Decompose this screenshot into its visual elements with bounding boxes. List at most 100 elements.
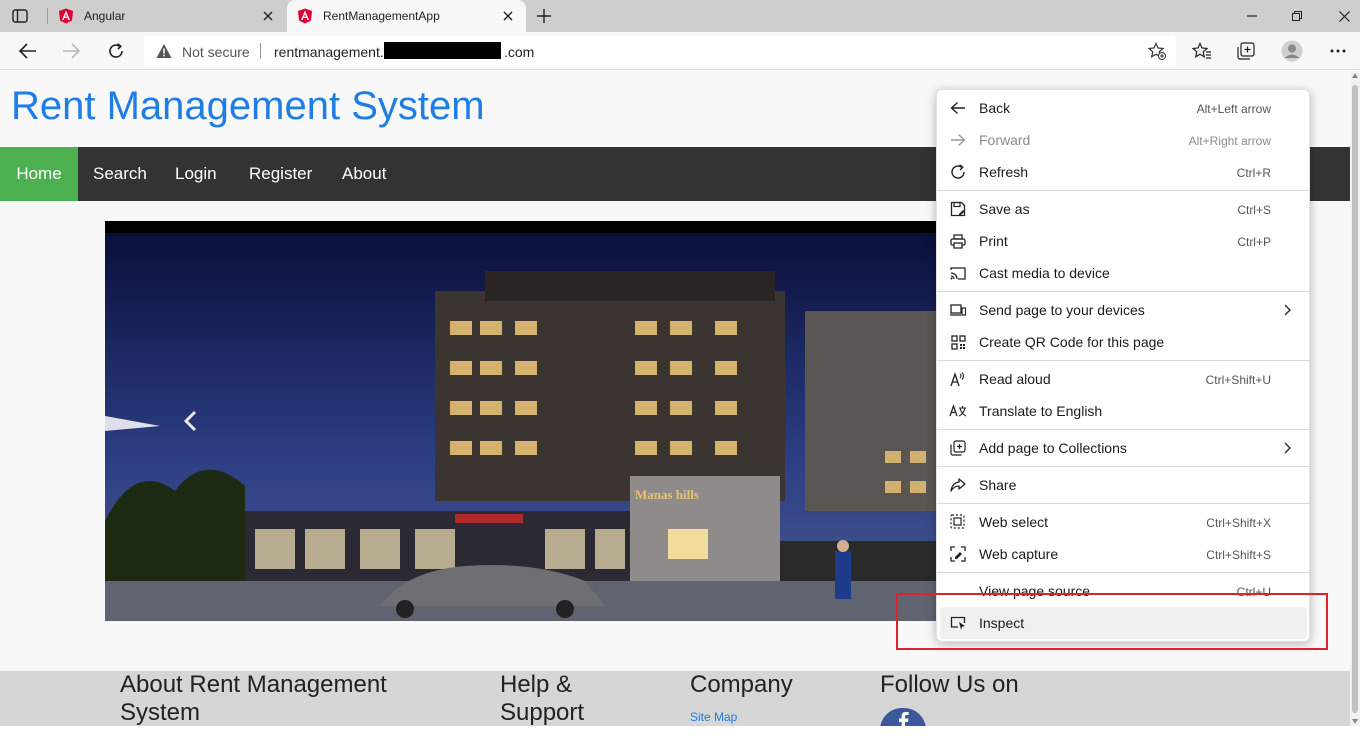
more-options-icon[interactable] <box>1327 40 1349 62</box>
menu-item-share[interactable]: Share <box>937 469 1309 501</box>
arrow-right-icon <box>949 132 967 148</box>
menu-item-label: Web select <box>979 514 1048 530</box>
print-icon <box>949 233 967 249</box>
menu-item-forward[interactable]: Forward Alt+Right arrow <box>937 124 1309 156</box>
tab-actions-icon[interactable] <box>10 7 30 25</box>
web-select-icon <box>949 514 967 530</box>
menu-item-shortcut: Ctrl+S <box>1237 203 1271 217</box>
tab-title: RentManagementApp <box>323 9 440 23</box>
footer-follow: Follow Us on <box>880 671 1019 698</box>
collections-icon <box>949 440 967 456</box>
menu-separator <box>937 291 1309 292</box>
refresh-icon <box>949 164 967 180</box>
carousel-prev-icon[interactable] <box>177 406 203 436</box>
browser-toolbar: Not secure rentmanagement. .com <box>0 32 1360 70</box>
site-title: Rent Management System <box>11 84 485 128</box>
menu-separator <box>937 572 1309 573</box>
menu-separator <box>937 190 1309 191</box>
refresh-icon[interactable] <box>105 40 127 62</box>
minimize-icon[interactable] <box>1242 6 1262 26</box>
menu-item-save-as[interactable]: Save as Ctrl+S <box>937 193 1309 225</box>
web-capture-icon <box>949 546 967 562</box>
scroll-down-icon[interactable] <box>1352 719 1358 724</box>
close-tab-icon[interactable] <box>500 8 516 24</box>
menu-item-shortcut: Ctrl+Shift+S <box>1206 548 1271 562</box>
new-tab-icon[interactable] <box>534 6 554 26</box>
menu-item-shortcut: Alt+Right arrow <box>1188 134 1271 148</box>
back-arrow-icon[interactable] <box>17 40 39 62</box>
devices-icon <box>949 302 967 318</box>
building-sign: Manas hills <box>635 487 699 502</box>
url-tld: .com <box>504 44 535 60</box>
image-carousel: Manas hills <box>105 221 945 621</box>
tab-angular[interactable]: Angular <box>48 0 286 32</box>
collections-icon[interactable] <box>1235 40 1257 62</box>
menu-item-refresh[interactable]: Refresh Ctrl+R <box>937 156 1309 188</box>
menu-item-send-page[interactable]: Send page to your devices <box>937 294 1309 326</box>
footer-help: Help & Support <box>500 671 584 726</box>
menu-item-label: Refresh <box>979 164 1029 180</box>
forward-arrow-icon[interactable] <box>60 40 82 62</box>
context-menu: Back Alt+Left arrow Forward Alt+Right ar… <box>936 89 1310 642</box>
translate-icon <box>949 403 967 419</box>
add-favorite-icon[interactable] <box>1147 42 1166 60</box>
page-scrollbar[interactable] <box>1350 71 1360 726</box>
menu-item-print[interactable]: Print Ctrl+P <box>937 225 1309 257</box>
menu-item-shortcut: Ctrl+Shift+U <box>1205 373 1271 387</box>
tab-title: Angular <box>84 9 126 23</box>
restore-icon[interactable] <box>1287 6 1307 26</box>
menu-item-add-collections[interactable]: Add page to Collections <box>937 432 1309 464</box>
cast-icon <box>949 265 967 281</box>
building-photo: Manas hills <box>105 221 945 621</box>
menu-item-read-aloud[interactable]: Read aloud Ctrl+Shift+U <box>937 363 1309 395</box>
menu-item-label: Back <box>979 100 1011 116</box>
tab-rentmanagementapp[interactable]: RentManagementApp <box>287 0 526 32</box>
menu-item-web-capture[interactable]: Web capture Ctrl+Shift+S <box>937 538 1309 570</box>
menu-item-shortcut: Alt+Left arrow <box>1196 102 1271 116</box>
menu-item-label: Save as <box>979 201 1030 217</box>
menu-item-shortcut: Ctrl+P <box>1237 235 1271 249</box>
security-status[interactable]: Not secure <box>182 44 250 60</box>
menu-item-back[interactable]: Back Alt+Left arrow <box>937 92 1309 124</box>
close-tab-icon[interactable] <box>260 8 276 24</box>
menu-separator <box>937 466 1309 467</box>
nav-login[interactable]: Login <box>159 147 233 201</box>
nav-register[interactable]: Register <box>233 147 328 201</box>
footer-company: Company <box>690 671 793 698</box>
warning-icon[interactable] <box>156 43 172 59</box>
menu-item-label: Translate to English <box>979 403 1103 419</box>
qr-code-icon <box>949 334 967 350</box>
angular-icon <box>58 8 74 24</box>
share-icon <box>949 477 967 493</box>
close-window-icon[interactable] <box>1334 6 1354 26</box>
highlight-annotation-box <box>896 593 1328 650</box>
scroll-up-icon[interactable] <box>1352 73 1358 78</box>
scrollbar-thumb[interactable] <box>1352 85 1358 713</box>
address-bar[interactable]: Not secure rentmanagement. .com <box>144 36 1176 66</box>
save-icon <box>949 201 967 217</box>
menu-item-label: Forward <box>979 132 1031 148</box>
footer-about-line2: System <box>120 699 201 726</box>
menu-item-qr-code[interactable]: Create QR Code for this page <box>937 326 1309 358</box>
nav-home[interactable]: Home <box>0 147 78 201</box>
menu-separator <box>937 503 1309 504</box>
site-map-link[interactable]: Site Map <box>690 710 737 724</box>
menu-item-label: Send page to your devices <box>979 302 1145 318</box>
nav-about[interactable]: About <box>326 147 402 201</box>
angular-icon <box>297 8 313 24</box>
footer-help-line1: Help & <box>500 671 573 698</box>
menu-item-cast[interactable]: Cast media to device <box>937 257 1309 289</box>
menu-item-shortcut: Ctrl+Shift+X <box>1206 516 1271 530</box>
profile-avatar[interactable] <box>1281 40 1303 62</box>
menu-item-label: Create QR Code for this page <box>979 334 1165 350</box>
menu-item-label: Add page to Collections <box>979 440 1127 456</box>
menu-item-label: Read aloud <box>979 371 1051 387</box>
tab-strip: Angular RentManagementApp <box>0 0 1360 32</box>
nav-search[interactable]: Search <box>77 147 163 201</box>
menu-item-web-select[interactable]: Web select Ctrl+Shift+X <box>937 506 1309 538</box>
menu-item-label: Share <box>979 477 1017 493</box>
footer-help-line2: Support <box>500 699 585 726</box>
menu-item-translate[interactable]: Translate to English <box>937 395 1309 427</box>
arrow-left-icon <box>949 100 967 116</box>
favorites-icon[interactable] <box>1191 40 1213 62</box>
